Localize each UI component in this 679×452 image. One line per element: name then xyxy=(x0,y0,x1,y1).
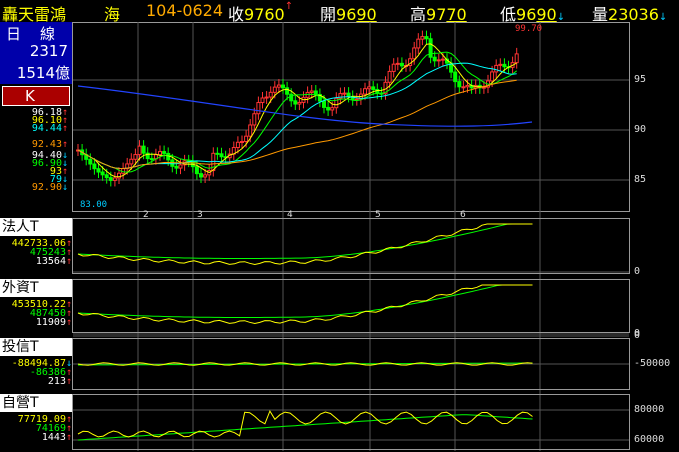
candle-body xyxy=(391,63,396,72)
candle-body xyxy=(371,86,376,90)
candle-body xyxy=(162,151,167,154)
indicator-axis-label: -50000 xyxy=(634,358,671,369)
candle-body xyxy=(268,91,273,98)
candle-body xyxy=(498,63,503,66)
candle-body xyxy=(502,63,507,68)
candle-body xyxy=(276,84,281,88)
candle-body xyxy=(354,98,359,101)
candle-body xyxy=(281,84,285,89)
indicator-title[interactable]: 自營T xyxy=(0,394,72,412)
candle-body xyxy=(461,86,466,89)
indicator-value: 1443↑ xyxy=(41,432,72,443)
candle-body xyxy=(440,58,445,61)
indicator-title[interactable]: 法人T xyxy=(0,218,72,236)
indicator-panel[interactable] xyxy=(72,338,630,390)
candle-body xyxy=(490,71,495,82)
candle-body xyxy=(199,173,203,178)
candle-body xyxy=(436,59,441,62)
indicator-value: 11909↑ xyxy=(35,317,72,328)
indicator-axis-label: 0 xyxy=(634,328,641,339)
candle-body xyxy=(133,154,138,160)
candle-body xyxy=(88,158,93,165)
candle-body xyxy=(112,177,117,181)
candle-body xyxy=(424,36,429,40)
candle-body xyxy=(297,101,302,105)
candle-body xyxy=(129,158,134,165)
candle-body xyxy=(330,107,335,111)
candle-body xyxy=(494,64,499,73)
trend-arrow-icon: ↑ xyxy=(65,432,72,443)
candle-body xyxy=(194,166,199,175)
candle-body xyxy=(240,141,244,144)
candle-body xyxy=(420,36,425,40)
price-axis-label: 95 xyxy=(634,74,647,85)
candle-body xyxy=(346,92,351,97)
candle-body xyxy=(412,47,417,60)
candle-body xyxy=(235,141,240,148)
candle-body xyxy=(285,87,290,95)
indicator-value: 13564↑ xyxy=(35,256,72,267)
indicator-title[interactable]: 投信T xyxy=(0,338,72,356)
indicator-panel[interactable] xyxy=(72,394,630,450)
candle-body xyxy=(158,151,162,156)
candle-body xyxy=(514,53,519,64)
candle-body xyxy=(395,62,400,65)
candle-body xyxy=(178,164,183,169)
candle-body xyxy=(432,56,437,62)
candle-body xyxy=(342,92,347,95)
candle-body xyxy=(215,152,220,155)
candle-body xyxy=(174,165,179,169)
indicator-panel[interactable] xyxy=(72,279,630,333)
candle-body xyxy=(453,71,458,83)
indicator-panel[interactable] xyxy=(72,218,630,274)
candle-body xyxy=(309,90,314,93)
candle-body xyxy=(363,88,367,95)
indicator-title[interactable]: 外資T xyxy=(0,279,72,297)
candle-body xyxy=(166,152,171,161)
candle-body xyxy=(272,86,277,93)
candle-body xyxy=(313,90,318,95)
trend-arrow-icon: ↑ xyxy=(65,256,72,267)
candle-body xyxy=(457,81,462,88)
candle-body xyxy=(203,174,208,178)
high-marker-label: 99.70 xyxy=(515,24,543,34)
candle-body xyxy=(293,100,298,105)
candle-body xyxy=(481,86,486,89)
candle-body xyxy=(244,135,249,143)
candle-body xyxy=(108,177,113,181)
candle-body xyxy=(141,145,146,154)
candle-body xyxy=(256,102,261,115)
indicator-axis-label: 80000 xyxy=(634,404,665,415)
candle-body xyxy=(100,171,105,176)
candle-body xyxy=(465,84,470,88)
indicator-axis-label: 0 xyxy=(634,266,641,277)
trend-arrow-icon: ↑ xyxy=(65,317,72,328)
candle-body xyxy=(416,38,421,49)
candle-body xyxy=(104,174,109,179)
candle-body xyxy=(367,86,372,90)
candle-body xyxy=(399,62,404,67)
candle-body xyxy=(252,113,257,126)
candle-body xyxy=(260,97,265,104)
candle-body xyxy=(96,168,101,173)
candle-body xyxy=(387,70,392,83)
price-axis-label: 85 xyxy=(634,174,647,185)
trend-arrow-icon: ↑ xyxy=(65,376,72,387)
candle-body xyxy=(264,96,269,99)
low-marker-label: 83.00 xyxy=(80,200,108,210)
candle-body xyxy=(92,163,97,170)
candle-body xyxy=(149,158,154,161)
indicator-value: 213↑ xyxy=(47,376,72,387)
indicator-axis-label: 60000 xyxy=(634,434,665,445)
candle-body xyxy=(219,153,224,158)
candle-body xyxy=(248,124,253,137)
candle-body xyxy=(137,145,142,156)
candle-body xyxy=(322,100,326,108)
price-axis-label: 90 xyxy=(634,124,647,135)
candle-body xyxy=(326,106,331,111)
